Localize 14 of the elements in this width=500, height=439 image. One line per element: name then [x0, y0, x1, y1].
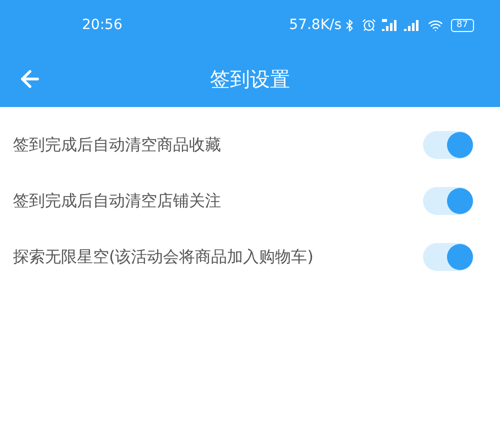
signal-icon: [382, 19, 398, 31]
toggle-switch[interactable]: [423, 187, 473, 215]
toggle-switch[interactable]: [423, 243, 473, 271]
setting-label: 签到完成后自动清空商品收藏: [13, 134, 222, 156]
setting-label: 探索无限星空(该活动会将商品加入购物车): [13, 246, 314, 268]
wifi-icon: [428, 18, 443, 32]
alarm-icon: [362, 18, 376, 32]
setting-label: 签到完成后自动清空店铺关注: [13, 190, 222, 212]
toggle-switch[interactable]: [423, 131, 473, 159]
signal-icon: [404, 19, 420, 31]
page-title: 签到设置: [210, 66, 290, 92]
status-time: 20:56: [82, 16, 122, 34]
battery-indicator: 87: [450, 18, 474, 32]
network-speed: 57.8K/s: [289, 16, 342, 34]
